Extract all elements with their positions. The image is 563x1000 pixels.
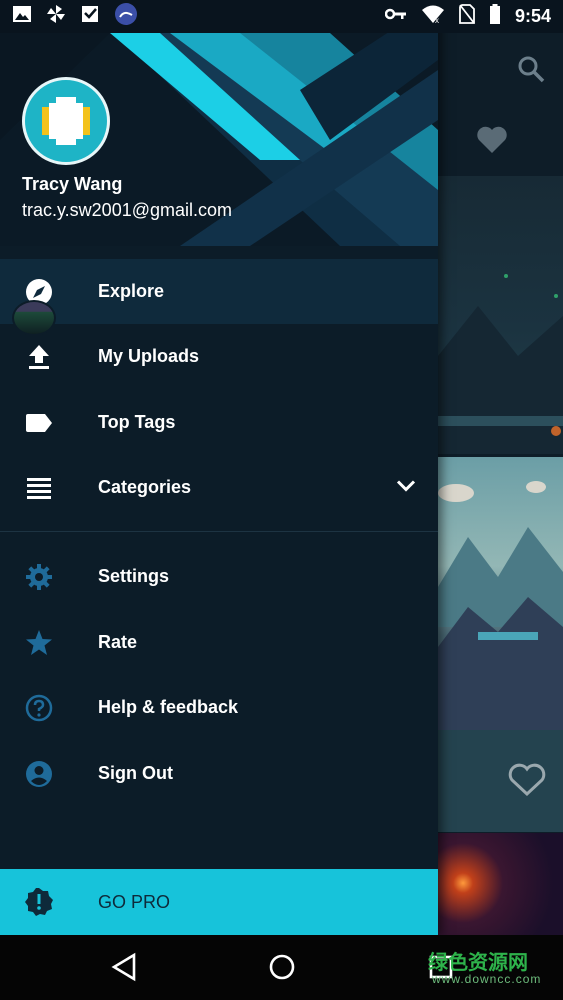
- menu-item-explore[interactable]: Explore: [0, 259, 438, 324]
- watermark-text: 绿色资源网: [428, 952, 528, 974]
- background-app-content: [438, 33, 563, 935]
- star-icon: [24, 628, 54, 658]
- search-icon: [517, 55, 545, 88]
- app-logo-icon: [42, 97, 90, 145]
- wifi-icon: x: [421, 4, 445, 29]
- checklist-icon: [80, 4, 100, 29]
- user-avatar[interactable]: [22, 77, 110, 165]
- wallpaper-thumbnail: [438, 833, 563, 935]
- wallpaper-preview-thumbnail: [12, 300, 56, 336]
- menu-item-settings[interactable]: Settings: [0, 544, 438, 609]
- svg-text:x: x: [435, 16, 439, 24]
- menu-label: Help & feedback: [98, 697, 239, 717]
- menu-label: Rate: [98, 632, 138, 652]
- menu-label: My Uploads: [98, 346, 200, 366]
- menu-label: Settings: [98, 566, 170, 586]
- account-icon: [24, 759, 54, 789]
- heart-outline-icon: [508, 763, 546, 802]
- no-sim-icon: [459, 4, 475, 29]
- menu-item-my-uploads[interactable]: My Uploads: [0, 324, 438, 389]
- menu-divider: [0, 531, 438, 532]
- user-name: Tracy Wang: [22, 174, 123, 194]
- alert-badge-icon: [24, 887, 54, 917]
- gear-icon: [24, 562, 54, 592]
- tag-icon: [24, 408, 54, 438]
- help-icon: [24, 693, 54, 723]
- pinwheel-icon: [46, 4, 66, 29]
- menu-item-sign-out[interactable]: Sign Out: [0, 741, 438, 806]
- status-time: 9:54: [514, 6, 551, 26]
- menu-label: Explore: [98, 281, 165, 301]
- home-icon[interactable]: [267, 952, 297, 987]
- battery-icon: [489, 4, 501, 29]
- list-icon: [24, 473, 54, 503]
- status-right-icons: x 9:54: [384, 4, 551, 29]
- menu-item-top-tags[interactable]: Top Tags: [0, 390, 438, 455]
- user-email: trac.y.sw2001@gmail.com: [22, 200, 233, 220]
- menu-item-rate[interactable]: Rate: [0, 610, 438, 675]
- menu-item-categories[interactable]: Categories: [0, 455, 438, 520]
- status-bar: x 9:54: [0, 0, 563, 33]
- app-notification-icon: [114, 2, 138, 31]
- watermark-url: www.downcc.com: [432, 972, 542, 986]
- menu-label: Categories: [98, 477, 192, 497]
- drawer-header: Tracy Wang trac.y.sw2001@gmail.com: [0, 0, 438, 246]
- menu-label: Top Tags: [98, 412, 176, 432]
- screen: x 9:54 Tracy Wang trac.y.sw2001@gmail.co…: [0, 0, 563, 1000]
- heart-icon: [476, 125, 508, 160]
- menu-item-help-feedback[interactable]: Help & feedback: [0, 675, 438, 740]
- image-icon: [12, 5, 32, 28]
- go-pro-button[interactable]: GO PRO: [0, 869, 438, 935]
- status-left-icons: [12, 2, 138, 31]
- upload-icon: [24, 342, 54, 372]
- menu-label: GO PRO: [98, 891, 171, 912]
- chevron-down-icon[interactable]: [396, 478, 416, 497]
- back-icon[interactable]: [110, 952, 138, 987]
- navigation-drawer: Tracy Wang trac.y.sw2001@gmail.com Explo…: [0, 0, 438, 935]
- wallpaper-thumbnail: [438, 176, 563, 454]
- menu-label: Sign Out: [98, 763, 173, 783]
- vpn-key-icon: [384, 7, 407, 26]
- wallpaper-thumbnail: [438, 457, 563, 730]
